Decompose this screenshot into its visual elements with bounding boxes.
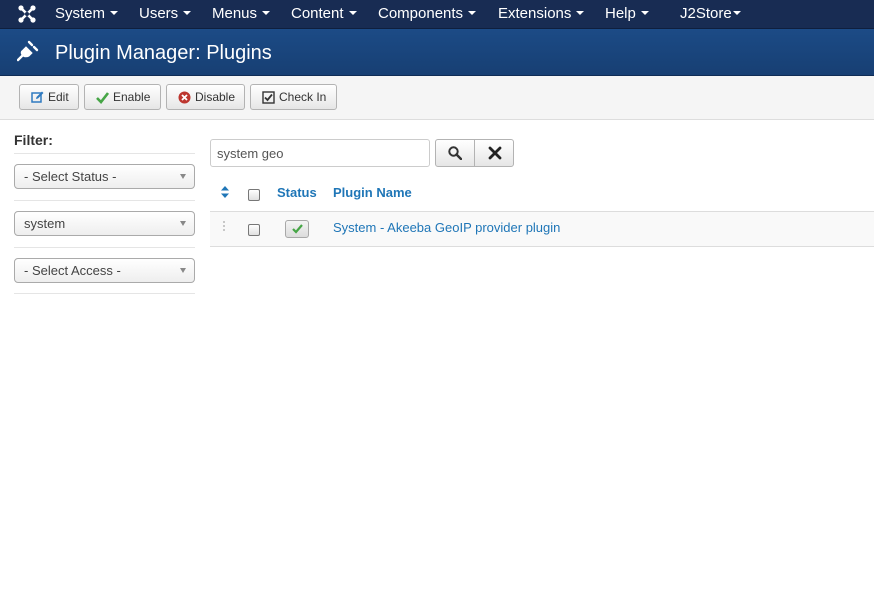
drag-handle-icon[interactable] bbox=[223, 221, 227, 233]
caret-down-icon bbox=[110, 11, 119, 16]
status-select[interactable]: - Select Status - bbox=[14, 164, 195, 189]
checkmark-icon bbox=[292, 224, 303, 234]
nav-menu-system[interactable]: System bbox=[55, 0, 119, 29]
select-all-checkbox[interactable] bbox=[248, 189, 260, 201]
page-header: Plugin Manager: Plugins bbox=[0, 29, 874, 76]
folder-select-value: system bbox=[24, 216, 66, 231]
caret-down-icon bbox=[348, 11, 357, 16]
nav-menu-help[interactable]: Help bbox=[605, 0, 649, 29]
edit-button[interactable]: Edit bbox=[19, 84, 79, 110]
divider bbox=[14, 153, 195, 154]
nav-label: Content bbox=[291, 5, 344, 22]
dropdown-arrow-icon bbox=[180, 174, 186, 179]
nav-label: J2Store bbox=[680, 5, 732, 22]
nav-menu-users[interactable]: Users bbox=[139, 0, 192, 29]
divider bbox=[14, 247, 195, 248]
disable-button[interactable]: Disable bbox=[166, 84, 245, 110]
sort-ordering-icon[interactable] bbox=[221, 186, 229, 198]
remove-circle-icon bbox=[178, 91, 191, 104]
divider bbox=[14, 200, 195, 201]
enable-label: Enable bbox=[113, 90, 151, 104]
close-icon bbox=[488, 146, 502, 160]
caret-down-icon bbox=[183, 11, 192, 16]
column-header-status[interactable]: Status bbox=[277, 185, 317, 201]
status-select-value: - Select Status - bbox=[24, 169, 117, 184]
row-checkbox[interactable] bbox=[248, 224, 260, 236]
access-select[interactable]: - Select Access - bbox=[14, 258, 195, 283]
checkmark-icon bbox=[96, 92, 109, 104]
top-navbar: System Users Menus Content Components Ex… bbox=[0, 0, 874, 29]
nav-menu-extensions[interactable]: Extensions bbox=[498, 0, 585, 29]
edit-icon bbox=[31, 91, 44, 103]
plugin-name-link[interactable]: System - Akeeba GeoIP provider plugin bbox=[333, 220, 560, 236]
access-select-value: - Select Access - bbox=[24, 263, 121, 278]
checkbox-icon bbox=[262, 91, 275, 104]
enable-button[interactable]: Enable bbox=[84, 84, 161, 110]
search-button[interactable] bbox=[435, 139, 475, 167]
caret-down-icon bbox=[640, 11, 649, 16]
dropdown-arrow-icon bbox=[180, 221, 186, 226]
caret-down-icon bbox=[732, 11, 741, 16]
caret-down-icon bbox=[576, 11, 585, 16]
nav-label: Help bbox=[605, 5, 636, 22]
dropdown-arrow-icon bbox=[180, 268, 186, 273]
caret-down-icon bbox=[262, 11, 271, 16]
nav-menu-components[interactable]: Components bbox=[378, 0, 477, 29]
column-header-plugin-name[interactable]: Plugin Name bbox=[333, 185, 412, 201]
clear-search-button[interactable] bbox=[474, 139, 514, 167]
nav-label: System bbox=[55, 5, 106, 22]
plug-icon bbox=[17, 40, 39, 62]
search-icon bbox=[448, 146, 462, 160]
caret-down-icon bbox=[468, 11, 477, 16]
joomla-logo-icon[interactable] bbox=[17, 4, 37, 24]
folder-select[interactable]: system bbox=[14, 211, 195, 236]
nav-label: Menus bbox=[212, 5, 258, 22]
filter-heading: Filter: bbox=[14, 132, 53, 148]
page-title: Plugin Manager: Plugins bbox=[55, 42, 272, 64]
edit-label: Edit bbox=[48, 90, 69, 104]
search-input[interactable] bbox=[210, 139, 430, 167]
nav-menu-j2store[interactable]: J2Store bbox=[680, 0, 741, 29]
nav-label: Users bbox=[139, 5, 179, 22]
check-in-button[interactable]: Check In bbox=[250, 84, 337, 110]
divider bbox=[14, 293, 195, 294]
toolbar: Edit Enable Disable Check In bbox=[0, 76, 874, 120]
nav-menu-content[interactable]: Content bbox=[291, 0, 357, 29]
check-in-label: Check In bbox=[279, 90, 327, 104]
nav-label: Extensions bbox=[498, 5, 572, 22]
nav-menu-menus[interactable]: Menus bbox=[212, 0, 271, 29]
disable-label: Disable bbox=[195, 90, 236, 104]
status-toggle-button[interactable] bbox=[285, 220, 309, 238]
nav-label: Components bbox=[378, 5, 464, 22]
